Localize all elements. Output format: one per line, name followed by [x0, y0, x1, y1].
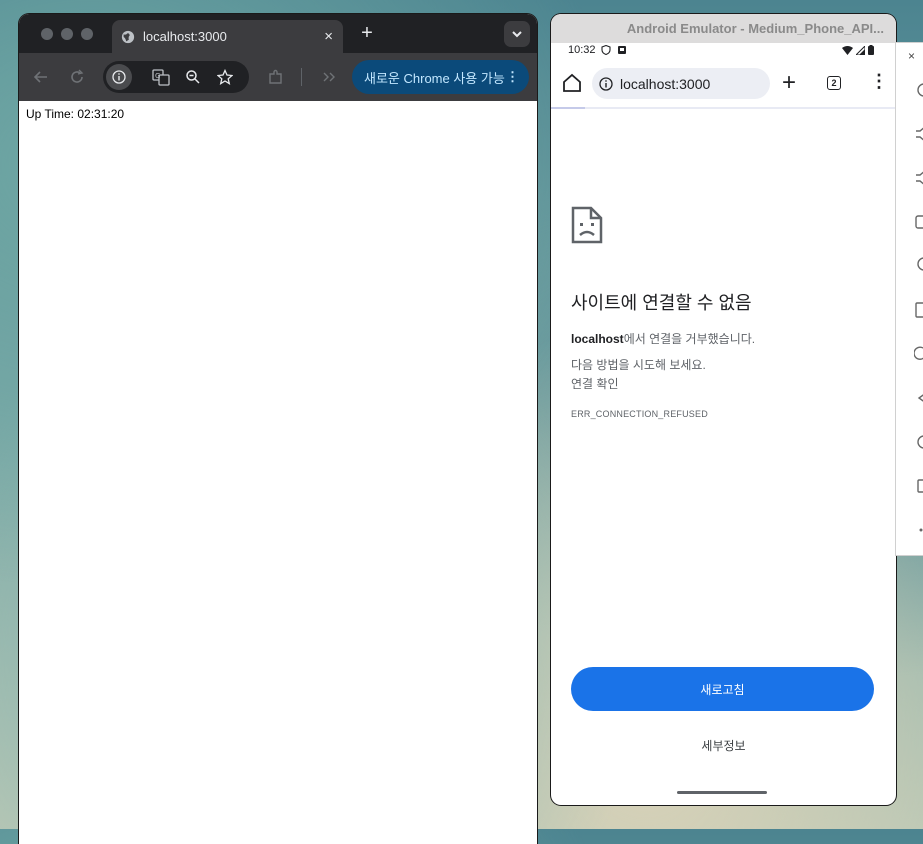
tab-search-button[interactable]: [504, 21, 530, 47]
sad-document-icon: [571, 206, 603, 244]
info-icon[interactable]: [599, 76, 613, 91]
error-host: localhost: [571, 332, 624, 346]
address-bar[interactable]: G: [103, 61, 249, 93]
bookmark-button[interactable]: [213, 65, 237, 89]
tab-switcher-button[interactable]: 2: [827, 76, 841, 90]
status-time: 10:32: [568, 44, 596, 56]
zoom-out-icon: [186, 70, 200, 84]
error-refused-text: 에서 연결을 거부했습니다.: [623, 332, 756, 346]
cell-signal-icon: [856, 45, 865, 55]
load-progress-bar: [551, 107, 585, 109]
error-code: ERR_CONNECTION_REFUSED: [571, 409, 708, 419]
home-icon[interactable]: [561, 72, 583, 94]
info-icon: [112, 70, 126, 84]
volume-up-icon[interactable]: [914, 125, 923, 143]
error-message: localhost에서 연결을 거부했습니다.: [571, 330, 755, 347]
extensions-button[interactable]: [264, 65, 288, 89]
puzzle-icon: [269, 69, 282, 84]
tab-localhost[interactable]: localhost:3000 ×: [112, 20, 343, 53]
tab-title: localhost:3000: [143, 29, 227, 44]
more-icon[interactable]: [914, 521, 923, 539]
rotate-right-icon[interactable]: [914, 255, 923, 273]
zoom-window-button[interactable]: [81, 28, 93, 40]
status-bar: 10:32: [551, 43, 896, 59]
kebab-menu-icon[interactable]: ⋮: [506, 69, 519, 85]
reload-icon: [71, 69, 84, 83]
globe-icon: [121, 30, 135, 43]
volume-down-icon[interactable]: [914, 169, 923, 187]
close-panel-icon[interactable]: ×: [908, 49, 915, 63]
mobile-chrome-toolbar: localhost:3000 + 2 ⋮: [551, 59, 896, 109]
site-info-button[interactable]: [106, 64, 132, 90]
battery-icon: [868, 45, 874, 55]
mobile-address-bar[interactable]: localhost:3000: [592, 68, 770, 99]
android-emulator-window: Android Emulator - Medium_Phone_API... 1…: [551, 14, 896, 805]
screenshot-icon[interactable]: [914, 301, 923, 319]
rotate-left-icon[interactable]: [914, 213, 923, 231]
more-tools-button[interactable]: [317, 65, 341, 89]
double-chevron-right-icon: [323, 72, 335, 82]
back-arrow-icon: [33, 71, 47, 83]
new-tab-button[interactable]: +: [782, 69, 796, 97]
emulator-title: Android Emulator - Medium_Phone_API...: [551, 14, 896, 43]
back-icon[interactable]: [914, 389, 923, 407]
error-title: 사이트에 연결할 수 없음: [571, 293, 752, 313]
error-try-line: 다음 방법을 시도해 보세요.: [571, 358, 706, 372]
zoom-icon[interactable]: [914, 345, 923, 363]
star-icon: [217, 69, 233, 85]
zoom-button[interactable]: [181, 65, 205, 89]
close-window-button[interactable]: [41, 28, 53, 40]
error-check-connection: 연결 확인: [571, 377, 619, 391]
tab-strip: localhost:3000 × +: [19, 14, 537, 53]
chrome-window: localhost:3000 × + G 새로운 Chrome 사용 가능 ⋮ …: [19, 14, 537, 844]
shield-icon: [601, 45, 611, 55]
details-button[interactable]: 세부정보: [551, 737, 896, 754]
update-chip-label: 새로운 Chrome 사용 가능: [364, 70, 505, 86]
overview-icon[interactable]: [914, 477, 923, 495]
chevron-down-icon: [512, 31, 522, 38]
chrome-update-chip[interactable]: 새로운 Chrome 사용 가능 ⋮: [352, 60, 529, 94]
mobile-url: localhost:3000: [620, 75, 711, 92]
reload-button[interactable]: [65, 65, 89, 89]
notification-icon: [618, 46, 626, 54]
toolbar: G 새로운 Chrome 사용 가능 ⋮: [19, 53, 537, 101]
home-button-icon[interactable]: [914, 433, 923, 451]
tab-close-icon[interactable]: ×: [324, 28, 333, 45]
reload-button[interactable]: 새로고침: [571, 667, 874, 711]
gesture-nav-handle[interactable]: [677, 791, 767, 794]
emulator-side-panel: ×: [895, 42, 923, 556]
uptime-text: Up Time: 02:31:20: [26, 107, 125, 121]
back-button[interactable]: [29, 65, 53, 89]
new-tab-button[interactable]: +: [356, 22, 378, 45]
translate-icon: G: [152, 69, 170, 86]
overflow-menu-icon[interactable]: ⋮: [870, 71, 888, 92]
toolbar-divider: [301, 68, 302, 86]
power-icon[interactable]: [914, 81, 923, 99]
svg-text:G: G: [155, 72, 160, 80]
minimize-window-button[interactable]: [61, 28, 73, 40]
page-content: Up Time: 02:31:20: [19, 101, 537, 844]
translate-button[interactable]: G: [149, 65, 173, 89]
wifi-icon: [842, 45, 853, 55]
